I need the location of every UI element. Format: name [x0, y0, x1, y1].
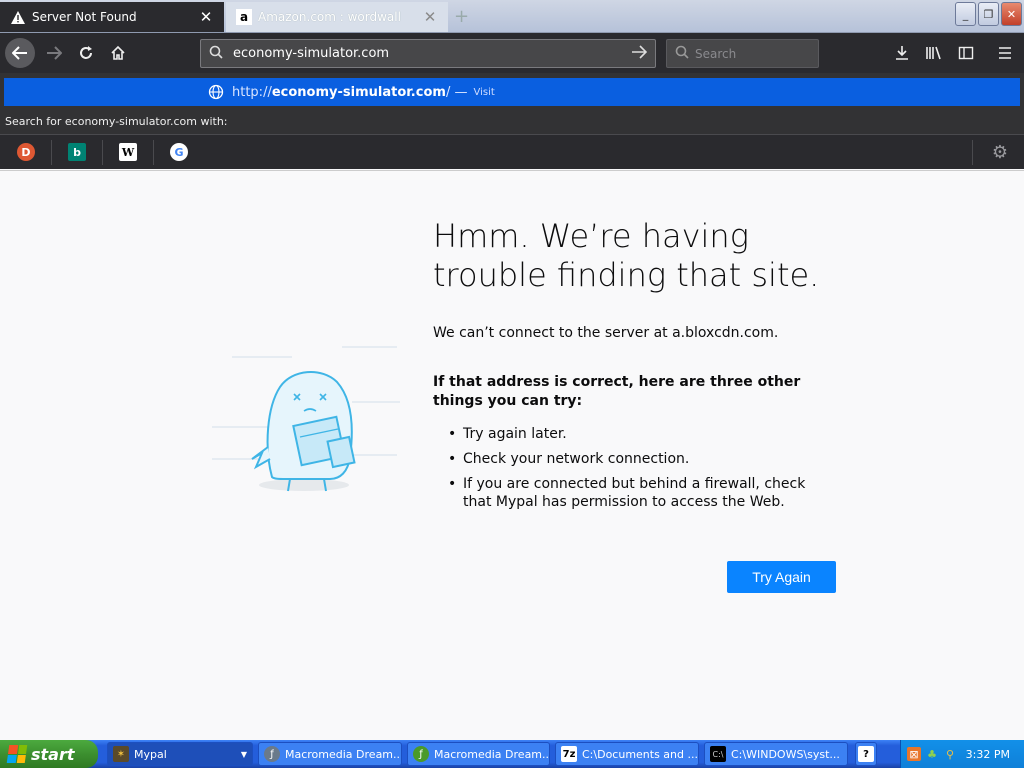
gear-icon[interactable]: ⚙ [992, 142, 1008, 163]
restore-button[interactable]: ❐ [978, 2, 999, 26]
system-tray: ⊠ ♣ ⚲ 3:32 PM [900, 740, 1024, 768]
navigation-bar: economy-simulator.com Search [0, 33, 1024, 73]
url-input[interactable]: economy-simulator.com [233, 46, 631, 61]
close-window-button[interactable]: ✕ [1001, 2, 1022, 26]
list-item: Try again later. [448, 425, 838, 443]
library-button[interactable] [923, 42, 945, 64]
error-subtitle: If that address is correct, here are thr… [433, 374, 801, 409]
forward-button[interactable] [40, 39, 68, 67]
go-arrow-icon[interactable] [631, 44, 648, 63]
search-input[interactable]: Search [695, 47, 736, 61]
start-label: start [31, 744, 75, 764]
dreamweaver-icon: ƒ [264, 746, 280, 762]
tab-title: Server Not Found [32, 10, 137, 24]
error-page: Hmm. We’re having trouble finding that s… [0, 170, 1024, 740]
task-label: Macromedia Dream... [285, 747, 402, 761]
separator [102, 140, 103, 165]
taskbar: start ✶ Mypal ▼ ƒ Macromedia Dream... ƒ … [0, 740, 1024, 768]
search-icon [209, 45, 225, 63]
taskbar-item-cmd[interactable]: C:\ C:\WINDOWS\syst... [704, 742, 848, 766]
duckduckgo-icon[interactable]: D [17, 143, 35, 161]
globe-icon [208, 84, 224, 100]
downloads-button[interactable] [891, 42, 913, 64]
minimize-button[interactable]: _ [955, 2, 976, 26]
error-description: We can’t connect to the server at a.blox… [433, 325, 779, 341]
tab-strip: Server Not Found ✕ a Amazon.com : wordwa… [0, 0, 1024, 33]
taskbar-item-documents[interactable]: 7z C:\Documents and ... [555, 742, 699, 766]
chevron-down-icon: ▼ [240, 749, 247, 759]
dinosaur-illustration [212, 346, 400, 492]
windows-logo-icon [6, 745, 28, 763]
close-tab-icon[interactable]: ✕ [198, 8, 214, 26]
new-tab-button[interactable]: + [454, 6, 469, 27]
bing-icon[interactable]: b [68, 143, 86, 161]
error-title: Hmm. We’re having trouble finding that s… [433, 217, 820, 294]
close-tab-icon[interactable]: ✕ [422, 8, 438, 26]
search-with-label: Search for economy-simulator.com with: [5, 115, 228, 128]
separator [972, 140, 973, 165]
url-suggestion-dropdown: http:// economy-simulator.com / — Visit … [0, 73, 1024, 169]
warning-icon [10, 9, 26, 25]
hamburger-menu-icon [999, 47, 1011, 59]
list-item: Check your network connection. [448, 450, 838, 468]
suggestion-url-suffix: / — [445, 84, 468, 100]
task-label: C:\WINDOWS\syst... [731, 747, 840, 761]
back-button[interactable] [5, 38, 35, 68]
google-icon[interactable]: G [170, 143, 188, 161]
library-icon [926, 46, 941, 60]
sidebar-icon [958, 46, 974, 60]
suggestions-list: Try again later. Check your network conn… [448, 425, 838, 518]
arrow-left-icon [12, 46, 27, 60]
download-icon [896, 46, 908, 60]
arrow-right-icon [47, 46, 62, 60]
separator [51, 140, 52, 165]
suggestion-row[interactable]: http:// economy-simulator.com / — Visit [4, 78, 1020, 106]
suggestion-url-prefix: http:// [232, 84, 272, 100]
url-bar[interactable]: economy-simulator.com [200, 39, 656, 68]
home-button[interactable] [104, 39, 132, 67]
taskbar-help-button[interactable]: ? [855, 742, 877, 766]
task-label: Mypal [134, 747, 167, 761]
reload-icon [80, 46, 92, 59]
search-engine-row: D b W G ⚙ [0, 134, 1024, 169]
mypal-icon: ✶ [113, 746, 129, 762]
search-bar[interactable]: Search [666, 39, 819, 68]
reload-button[interactable] [72, 39, 100, 67]
suggestion-action: Visit [473, 86, 495, 98]
xampp-icon[interactable]: ⊠ [907, 747, 921, 761]
clock: 3:32 PM [965, 747, 1010, 761]
start-button[interactable]: start [0, 740, 98, 768]
menu-button[interactable] [994, 42, 1016, 64]
tab-amazon[interactable]: a Amazon.com : wordwall ✕ [226, 2, 448, 32]
try-again-button[interactable]: Try Again [727, 561, 836, 593]
home-icon [111, 45, 125, 60]
help-icon: ? [858, 746, 874, 762]
seven-zip-icon: 7z [561, 746, 577, 762]
dreamweaver-icon: ƒ [413, 746, 429, 762]
search-tray-icon[interactable]: ⚲ [943, 747, 957, 761]
tab-title: Amazon.com : wordwall [258, 10, 401, 24]
search-icon [675, 45, 689, 63]
taskbar-item-mypal[interactable]: ✶ Mypal ▼ [107, 742, 253, 766]
sidebar-button[interactable] [955, 42, 977, 64]
suggestion-url-domain: economy-simulator.com [271, 84, 446, 100]
taskbar-item-dreamweaver-2[interactable]: ƒ Macromedia Dream... [407, 742, 550, 766]
tab-server-not-found[interactable]: Server Not Found ✕ [0, 2, 224, 32]
task-label: C:\Documents and ... [582, 747, 698, 761]
command-prompt-icon: C:\ [710, 746, 726, 762]
task-label: Macromedia Dream... [434, 747, 550, 761]
tray-app-icon[interactable]: ♣ [925, 747, 939, 761]
list-item: If you are connected but behind a firewa… [448, 475, 838, 511]
separator [153, 140, 154, 165]
wikipedia-icon[interactable]: W [119, 143, 137, 161]
taskbar-item-dreamweaver-1[interactable]: ƒ Macromedia Dream... [258, 742, 402, 766]
amazon-icon: a [236, 9, 252, 25]
